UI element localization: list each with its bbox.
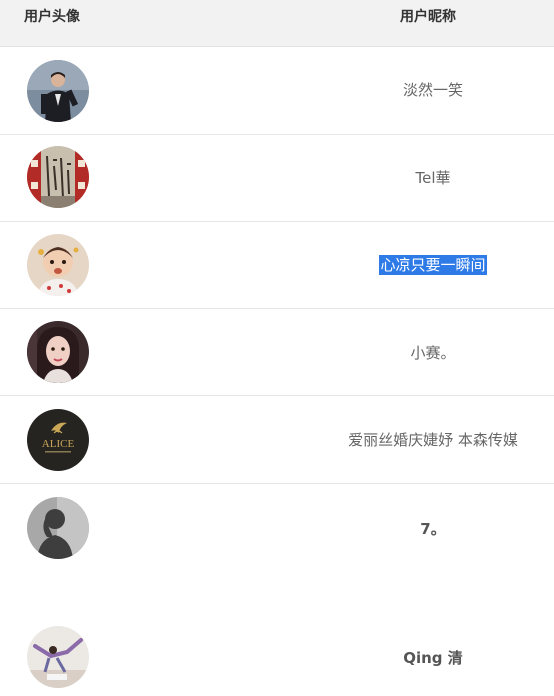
avatar-column-header: 用户头像	[24, 9, 80, 25]
avatar-silhouette	[27, 497, 89, 559]
table-row: ALICE 爱丽丝婚庆婕妤 本森传媒	[0, 395, 554, 484]
alice-logo-text: ALICE	[42, 438, 75, 450]
nickname: Qing 清	[403, 649, 463, 667]
table-row: 心凉只要一瞬间	[0, 221, 554, 309]
user-table: 用户头像 用户昵称 淡然一笑 Tel華 心凉只要一瞬间 小赛。 ALICE 爱丽…	[0, 0, 554, 696]
table-header: 用户头像 用户昵称	[0, 0, 554, 47]
avatar-dancer	[27, 626, 89, 688]
nickname: 爱丽丝婚庆婕妤 本森传媒	[348, 431, 518, 449]
selected-text: 心凉只要一瞬间	[379, 255, 487, 275]
avatar-baby	[27, 234, 89, 296]
table-row: Qing 清	[0, 613, 554, 696]
nickname-column-header: 用户昵称	[400, 9, 456, 25]
table-row: Tel華	[0, 134, 554, 222]
nickname: 淡然一笑	[402, 81, 463, 99]
table-row: 7。	[0, 483, 554, 613]
avatar-man-in-suit	[27, 60, 89, 122]
nickname: 心凉只要一瞬间	[312, 254, 554, 275]
table-row: 小赛。	[0, 308, 554, 396]
nickname: Tel華	[415, 169, 451, 187]
avatar-calligraphy	[27, 146, 89, 208]
nickname: 7。	[420, 520, 446, 538]
table-row: 淡然一笑	[0, 47, 554, 135]
avatar-alice-logo: ALICE	[27, 409, 89, 471]
avatar-woman-selfie	[27, 321, 89, 383]
nickname: 小赛。	[410, 344, 456, 362]
